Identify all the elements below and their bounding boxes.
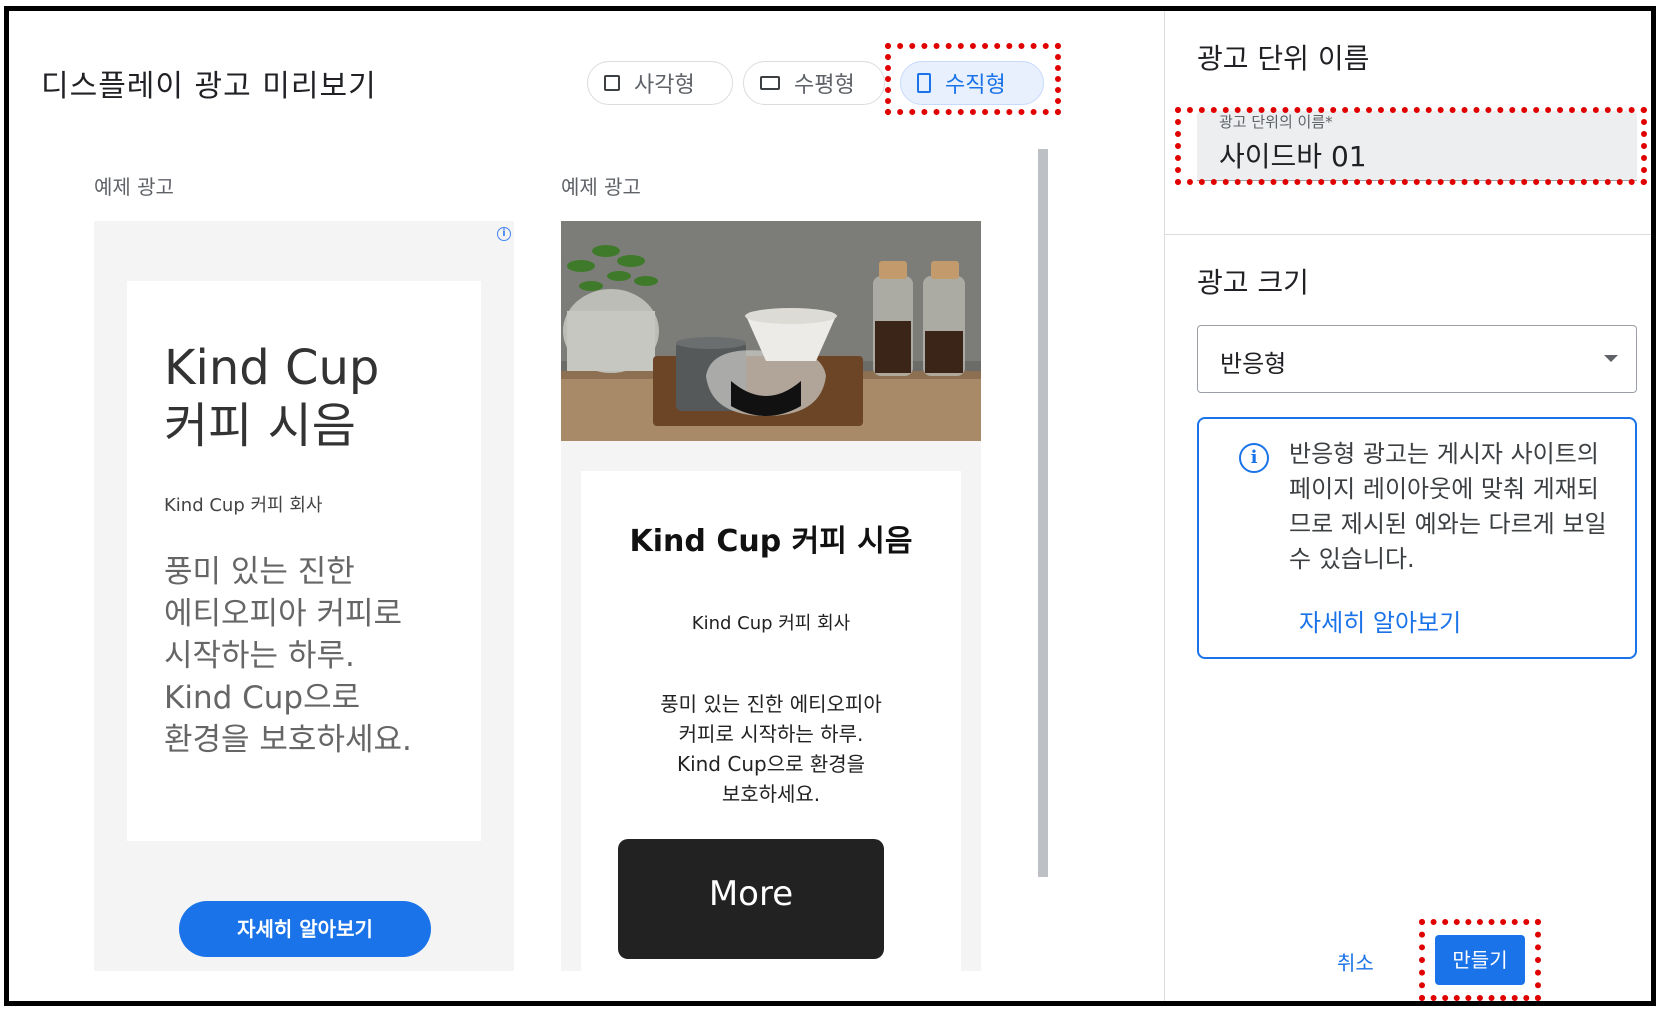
ad-company: Kind Cup 커피 회사 — [164, 495, 323, 516]
learn-more-button[interactable]: 자세히 알아보기 — [179, 901, 431, 957]
ad-headline-line: Kind Cup — [164, 340, 380, 396]
panel-divider — [1164, 11, 1165, 1001]
highlight-box-create-button — [1419, 919, 1541, 1001]
ad-size-select[interactable]: 반응형 — [1197, 325, 1637, 393]
ad-size-value: 반응형 — [1220, 350, 1287, 378]
ad-card: Kind Cup 커피 시음 Kind Cup 커피 회사 풍미 있는 진한 에… — [127, 281, 481, 841]
ad-headline-line: 커피 시음 — [164, 398, 356, 454]
section-divider — [1164, 234, 1651, 235]
more-button[interactable]: More — [618, 839, 884, 959]
learn-more-link[interactable]: 자세히 알아보기 — [1299, 603, 1461, 638]
sample-ad-1: i Kind Cup 커피 시음 Kind Cup 커피 회사 풍미 있는 진한… — [94, 221, 514, 971]
sample-ad-label: 예제 광고 — [561, 175, 641, 199]
ad-description: 풍미 있는 진한 에티오피아 커피로 시작하는 하루. Kind Cup으로 환… — [164, 554, 412, 758]
format-chip-square[interactable]: 사각형 — [587, 61, 733, 105]
sample-ad-label: 예제 광고 — [94, 175, 174, 199]
highlight-box-vertical-chip — [885, 43, 1061, 115]
horizontal-rect-icon — [760, 76, 780, 90]
responsive-notice: i 반응형 광고는 게시자 사이트의 페이지 레이아웃에 맞춰 게재되므로 제시… — [1197, 417, 1637, 659]
format-chip-label: 수평형 — [794, 73, 855, 98]
info-icon: i — [1239, 443, 1269, 473]
highlight-box-name-field — [1175, 107, 1647, 185]
notice-text: 반응형 광고는 게시자 사이트의 페이지 레이아웃에 맞춰 게재되므로 제시된 … — [1289, 440, 1607, 573]
ad-headline: Kind Cup 커피 시음 — [164, 339, 379, 455]
sample-ad-2: Kind Cup 커피 시음 Kind Cup 커피 회사 풍미 있는 진한 에… — [561, 221, 981, 1001]
window-frame: 디스플레이 광고 미리보기 사각형 수평형 수직형 예제 광고 예제 광고 i … — [4, 6, 1656, 1006]
ad-company: Kind Cup 커피 회사 — [691, 613, 851, 634]
cancel-button[interactable]: 취소 — [1337, 947, 1374, 976]
caret-down-icon — [1604, 355, 1618, 362]
ad-info-icon[interactable]: i — [497, 227, 511, 241]
ad-headline: Kind Cup 커피 시음 — [629, 524, 913, 559]
ad-size-heading: 광고 크기 — [1197, 266, 1309, 299]
format-chip-label: 사각형 — [634, 73, 695, 98]
page-title: 디스플레이 광고 미리보기 — [41, 69, 377, 104]
ad-unit-name-heading: 광고 단위 이름 — [1197, 42, 1370, 75]
preview-scrollbar[interactable] — [1038, 149, 1048, 877]
square-icon — [604, 75, 620, 91]
format-chip-horizontal[interactable]: 수평형 — [743, 61, 885, 105]
ad-description: 풍미 있는 진한 에티오피아 커피로 시작하는 하루. Kind Cup으로 환… — [660, 692, 882, 806]
coffee-photo — [561, 221, 981, 441]
